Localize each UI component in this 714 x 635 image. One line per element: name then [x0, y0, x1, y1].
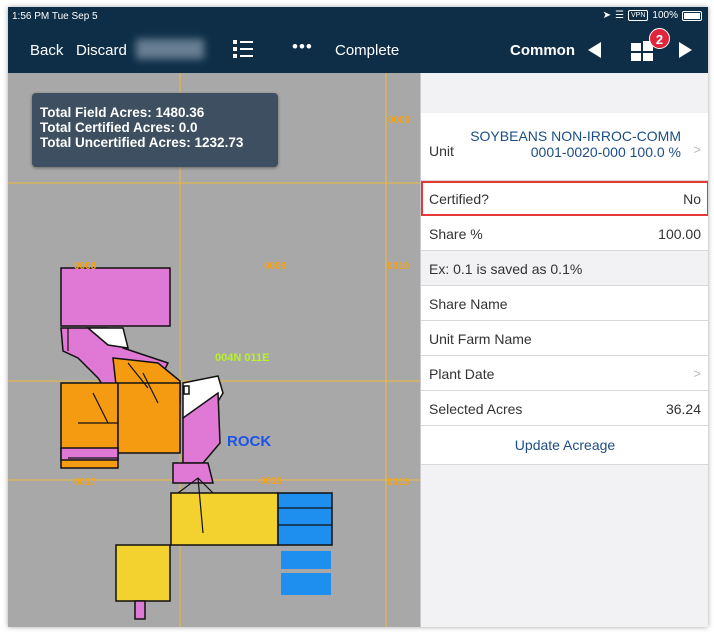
location-icon: ➤: [602, 10, 612, 21]
status-indicators: ➤ ☰ VPN 100%: [603, 10, 702, 21]
share-row[interactable]: Share % 100.00: [421, 216, 708, 251]
field-pink-south[interactable]: [172, 462, 214, 484]
unit-farm-name-row[interactable]: Unit Farm Name: [421, 321, 708, 356]
list-icon[interactable]: [232, 38, 254, 60]
battery-icon: [682, 10, 702, 21]
share-name-row[interactable]: Share Name: [421, 286, 708, 321]
navigation-bar: Back Discard ••• Complete Common 2: [8, 27, 708, 73]
selected-acres-row: Selected Acres 36.24: [421, 391, 708, 426]
complete-button[interactable]: Complete: [335, 42, 399, 59]
redacted-title: [136, 39, 204, 59]
field-polygons[interactable]: [60, 267, 333, 620]
section-label: 0010: [387, 261, 410, 272]
vpn-badge: VPN: [628, 10, 649, 21]
township-label: 004N 011E: [215, 352, 270, 364]
more-options-button[interactable]: •••: [292, 37, 313, 57]
update-acreage-button[interactable]: Update Acreage: [421, 426, 708, 465]
field-yellow-main[interactable]: [170, 492, 279, 546]
selected-acres-label: Selected Acres: [429, 401, 523, 417]
previous-arrow-icon[interactable]: [588, 42, 601, 58]
acreage-summary: Total Field Acres: 1480.36 Total Certifi…: [32, 93, 278, 167]
section-label: 0008: [74, 261, 97, 272]
field-map[interactable]: Total Field Acres: 1480.36 Total Certifi…: [8, 73, 420, 627]
discard-button[interactable]: Discard: [76, 42, 127, 59]
total-field-acres: Total Field Acres: 1480.36: [40, 105, 205, 120]
back-button[interactable]: Back: [30, 42, 63, 59]
total-uncertified-acres: Total Uncertified Acres: 1232.73: [40, 135, 244, 150]
field-yellow-south[interactable]: [115, 544, 171, 602]
certified-label: Certified?: [429, 191, 489, 207]
selected-acres-value: 36.24: [665, 401, 701, 417]
section-label: 0009: [264, 261, 287, 272]
notification-badge: 2: [649, 28, 670, 49]
field-pink-top[interactable]: [60, 267, 171, 327]
field-orange-center[interactable]: [117, 382, 181, 454]
field-blue-main[interactable]: [277, 492, 333, 546]
next-arrow-icon[interactable]: [679, 42, 692, 58]
section-label: 0017: [74, 477, 97, 488]
share-note: Ex: 0.1 is saved as 0.1%: [429, 261, 583, 277]
wifi-icon: ☰: [615, 10, 625, 21]
status-bar: 1:56 PM Tue Sep 5 ➤ ☰ VPN 100%: [8, 7, 708, 27]
section-label: 0015: [387, 477, 410, 488]
certified-row[interactable]: Certified? No: [421, 181, 708, 216]
detail-panel: Unit SOYBEANS NON-IRROC-COMM 0001-0020-0…: [420, 73, 708, 627]
unit-row[interactable]: Unit SOYBEANS NON-IRROC-COMM 0001-0020-0…: [421, 113, 708, 181]
field-blue-lower-2[interactable]: [281, 573, 331, 595]
county-label: ROCK: [227, 433, 272, 450]
plant-date-row[interactable]: Plant Date >: [421, 356, 708, 391]
unit-label: Unit: [429, 143, 454, 159]
plant-date-label: Plant Date: [429, 366, 495, 382]
section-label: 0016: [260, 476, 283, 487]
section-label: 0003: [388, 115, 411, 126]
share-note-row: Ex: 0.1 is saved as 0.1%: [421, 251, 708, 286]
common-title: Common: [510, 42, 575, 59]
share-value[interactable]: 100.00: [658, 226, 701, 242]
share-name-label: Share Name: [429, 296, 508, 312]
app-window: 1:56 PM Tue Sep 5 ➤ ☰ VPN 100% Back Disc…: [8, 7, 708, 627]
unit-value: SOYBEANS NON-IRROC-COMM 0001-0020-000 10…: [470, 128, 681, 160]
battery-percent: 100%: [652, 10, 678, 21]
field-blue-lower-1[interactable]: [281, 551, 331, 569]
certified-value: No: [683, 191, 701, 207]
unit-farm-name-label: Unit Farm Name: [429, 331, 532, 347]
chevron-right-icon: >: [693, 142, 701, 157]
field-pink-tail[interactable]: [134, 600, 146, 620]
share-label: Share %: [429, 226, 483, 242]
field-marker[interactable]: [183, 385, 190, 395]
status-time: 1:56 PM Tue Sep 5: [12, 11, 98, 22]
chevron-right-icon: >: [693, 366, 701, 381]
total-certified-acres: Total Certified Acres: 0.0: [40, 120, 198, 135]
